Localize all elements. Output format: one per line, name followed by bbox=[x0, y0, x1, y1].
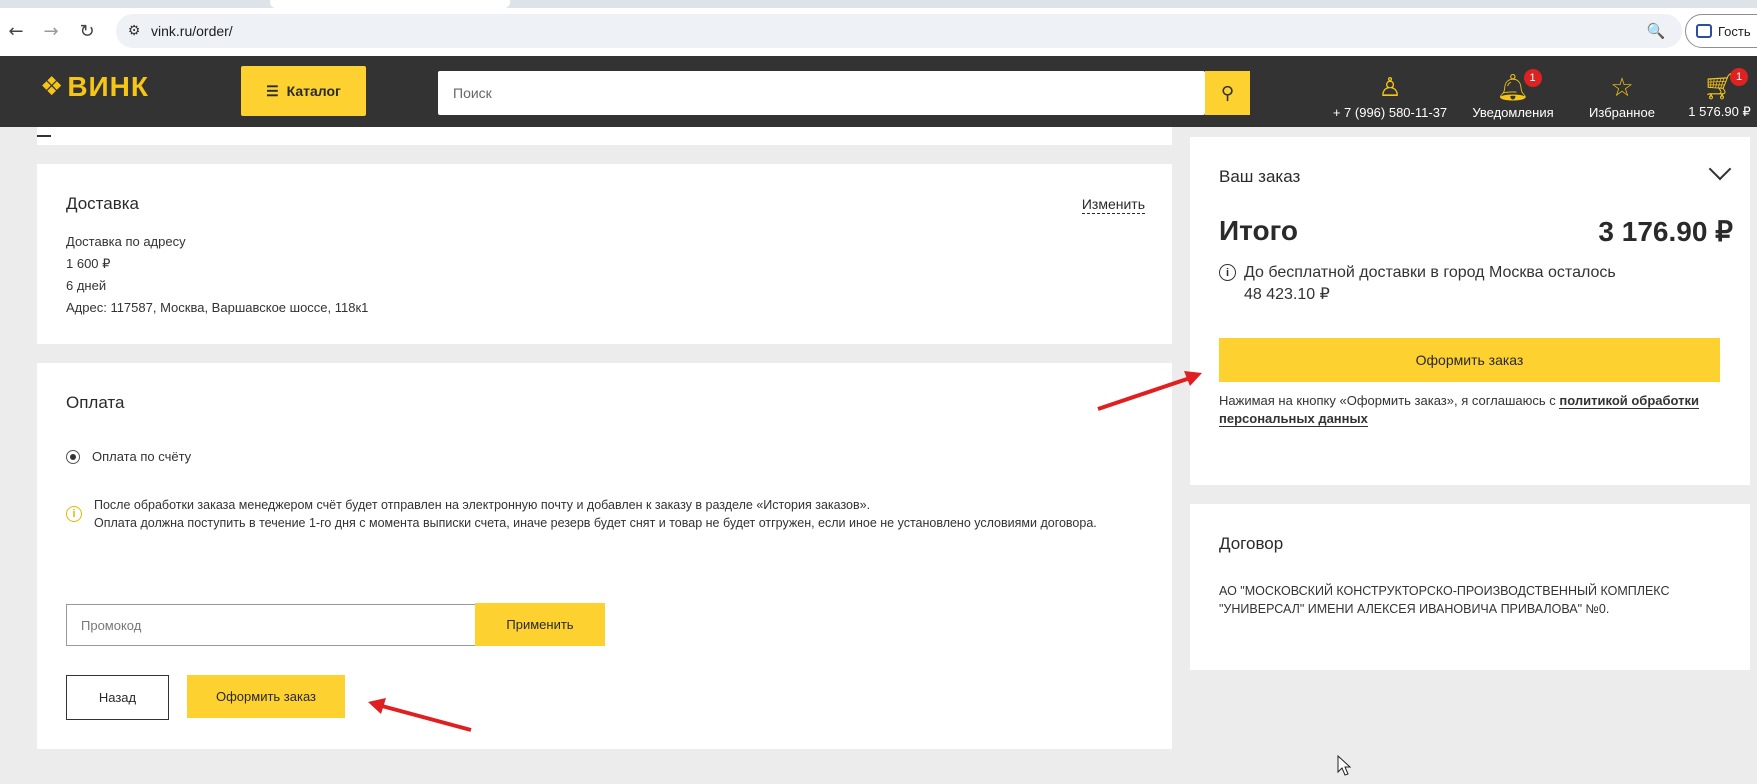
contract-line1: АО "МОСКОВСКИЙ КОНСТРУКТОРСКО-ПРОИЗВОДСТ… bbox=[1219, 584, 1670, 598]
payment-note: i После обработки заказа менеджером счёт… bbox=[66, 496, 1146, 532]
contract-card: Договор АО "МОСКОВСКИЙ КОНСТРУКТОРСКО-ПР… bbox=[1190, 504, 1750, 670]
payment-option-label: Оплата по счёту bbox=[92, 449, 192, 464]
payment-title: Оплата bbox=[66, 393, 125, 412]
notifications-link[interactable]: 🔔︎ 1 Уведомления bbox=[1463, 64, 1563, 120]
reload-icon[interactable]: ↻ bbox=[76, 20, 98, 42]
notifications-badge: 1 bbox=[1523, 69, 1542, 87]
account-phone: + 7 (996) 580-11-37 bbox=[1332, 105, 1448, 120]
contract-title: Договор bbox=[1219, 534, 1284, 553]
personal-data-link[interactable]: персональных данных bbox=[1219, 411, 1368, 427]
cart-link[interactable]: 🛒︎ 1 1 576.90 ₽ bbox=[1682, 64, 1757, 120]
favorites-link[interactable]: ☆ Избранное bbox=[1577, 64, 1667, 120]
cart-badge: 1 bbox=[1730, 68, 1748, 86]
tab-strip bbox=[0, 0, 1757, 8]
delivery-duration: 6 дней bbox=[66, 278, 107, 293]
free-delivery-note: i До бесплатной доставки в город Москва … bbox=[1219, 262, 1616, 306]
order-summary-card: Ваш заказ Итого 3 176.90 ₽ i До бесплатн… bbox=[1190, 137, 1750, 485]
search-input[interactable]: Поиск bbox=[438, 71, 1205, 115]
profile-label: Гость bbox=[1718, 23, 1751, 39]
favorites-label: Избранное bbox=[1589, 105, 1655, 120]
change-delivery-link[interactable]: Изменить bbox=[1081, 196, 1145, 214]
notifications-label: Уведомления bbox=[1472, 105, 1554, 120]
annotation-arrow-bottom bbox=[368, 698, 472, 732]
payment-option[interactable]: Оплата по счёту bbox=[66, 446, 191, 468]
free-delivery-line2: 48 423.10 ₽ bbox=[1244, 286, 1330, 303]
account-link[interactable]: ♙ + 7 (996) 580-11-37 bbox=[1320, 64, 1460, 120]
promo-placeholder: Промокод bbox=[81, 618, 142, 633]
info-circle-icon: i bbox=[1219, 264, 1236, 281]
submit-order-button-bottom[interactable]: Оформить заказ bbox=[187, 675, 345, 718]
mouse-cursor-icon bbox=[1337, 755, 1352, 776]
user-icon: ♙ bbox=[1378, 73, 1402, 103]
total-value: 3 176.90 ₽ bbox=[1598, 216, 1733, 247]
delivery-title: Доставка bbox=[66, 194, 140, 213]
catalog-button[interactable]: ☰ Каталог bbox=[241, 66, 366, 116]
site-settings-icon[interactable]: ⚙ bbox=[124, 21, 144, 41]
delivery-card: Доставка Изменить Доставка по адресу 1 6… bbox=[37, 164, 1172, 344]
delivery-price: 1 600 ₽ bbox=[66, 256, 111, 271]
url-text: vink.ru/order/ bbox=[151, 23, 233, 39]
total-label: Итого bbox=[1219, 215, 1298, 246]
catalog-label: Каталог bbox=[286, 83, 341, 99]
bell-icon: 🔔︎ 1 bbox=[1496, 69, 1542, 101]
site-logo[interactable]: ❖ ВИНК bbox=[40, 71, 149, 103]
consent-prefix: Нажимая на кнопку «Оформить заказ», я со… bbox=[1219, 393, 1560, 408]
back-button[interactable]: Назад bbox=[66, 675, 169, 720]
forward-arrow-icon[interactable]: → bbox=[40, 20, 62, 42]
chevron-down-icon[interactable] bbox=[1708, 157, 1732, 181]
logo-mark-icon: ❖ bbox=[40, 72, 64, 102]
address-bar[interactable]: ⚙ vink.ru/order/ 🔍 bbox=[116, 14, 1682, 48]
search-button[interactable]: ⚲ bbox=[1205, 71, 1250, 115]
contract-name: АО "МОСКОВСКИЙ КОНСТРУКТОРСКО-ПРОИЗВОДСТ… bbox=[1219, 582, 1669, 618]
promo-code-input[interactable]: Промокод bbox=[66, 604, 476, 646]
profile-icon bbox=[1696, 24, 1712, 38]
submit-order-button[interactable]: Оформить заказ bbox=[1219, 338, 1720, 382]
info-icon: i bbox=[66, 506, 82, 522]
delivery-method: Доставка по адресу bbox=[66, 234, 186, 249]
back-arrow-icon[interactable]: ← bbox=[5, 20, 27, 42]
delivery-address: Адрес: 117587, Москва, Варшавское шоссе,… bbox=[66, 300, 369, 315]
payment-radio[interactable] bbox=[66, 450, 80, 464]
logo-text: ВИНК bbox=[67, 71, 149, 102]
cart-icon: 🛒︎ 1 bbox=[1703, 68, 1748, 100]
free-delivery-line1: До бесплатной доставки в город Москва ос… bbox=[1244, 264, 1616, 281]
cart-total: 1 576.90 ₽ bbox=[1688, 104, 1751, 119]
payment-note-line2: Оплата должна поступить в течение 1-го д… bbox=[94, 516, 1097, 530]
profile-button[interactable]: Гость bbox=[1685, 14, 1757, 48]
contract-line2: "УНИВЕРСАЛ" ИМЕНИ АЛЕКСЕЯ ИВАНОВИЧА ПРИВ… bbox=[1219, 602, 1610, 616]
search-placeholder: Поиск bbox=[453, 85, 492, 101]
annotation-arrow-top bbox=[1097, 371, 1202, 411]
delivery-details: Доставка по адресу 1 600 ₽ 6 дней Адрес:… bbox=[66, 231, 368, 319]
summary-title: Ваш заказ bbox=[1219, 167, 1301, 186]
consent-text: Нажимая на кнопку «Оформить заказ», я со… bbox=[1219, 392, 1724, 428]
payment-note-line1: После обработки заказа менеджером счёт б… bbox=[94, 498, 871, 512]
apply-promo-button[interactable]: Применить bbox=[475, 603, 605, 646]
payment-card: Оплата Оплата по счёту i После обработки… bbox=[37, 363, 1172, 749]
previous-section-card bbox=[37, 127, 1172, 145]
search-icon: ⚲ bbox=[1220, 82, 1235, 104]
divider bbox=[37, 135, 51, 137]
star-icon: ☆ bbox=[1610, 73, 1634, 103]
privacy-policy-link[interactable]: политикой обработки bbox=[1559, 393, 1700, 409]
zoom-icon[interactable]: 🔍 bbox=[1646, 21, 1666, 41]
menu-icon: ☰ bbox=[266, 82, 279, 99]
active-tab[interactable] bbox=[270, 0, 510, 8]
